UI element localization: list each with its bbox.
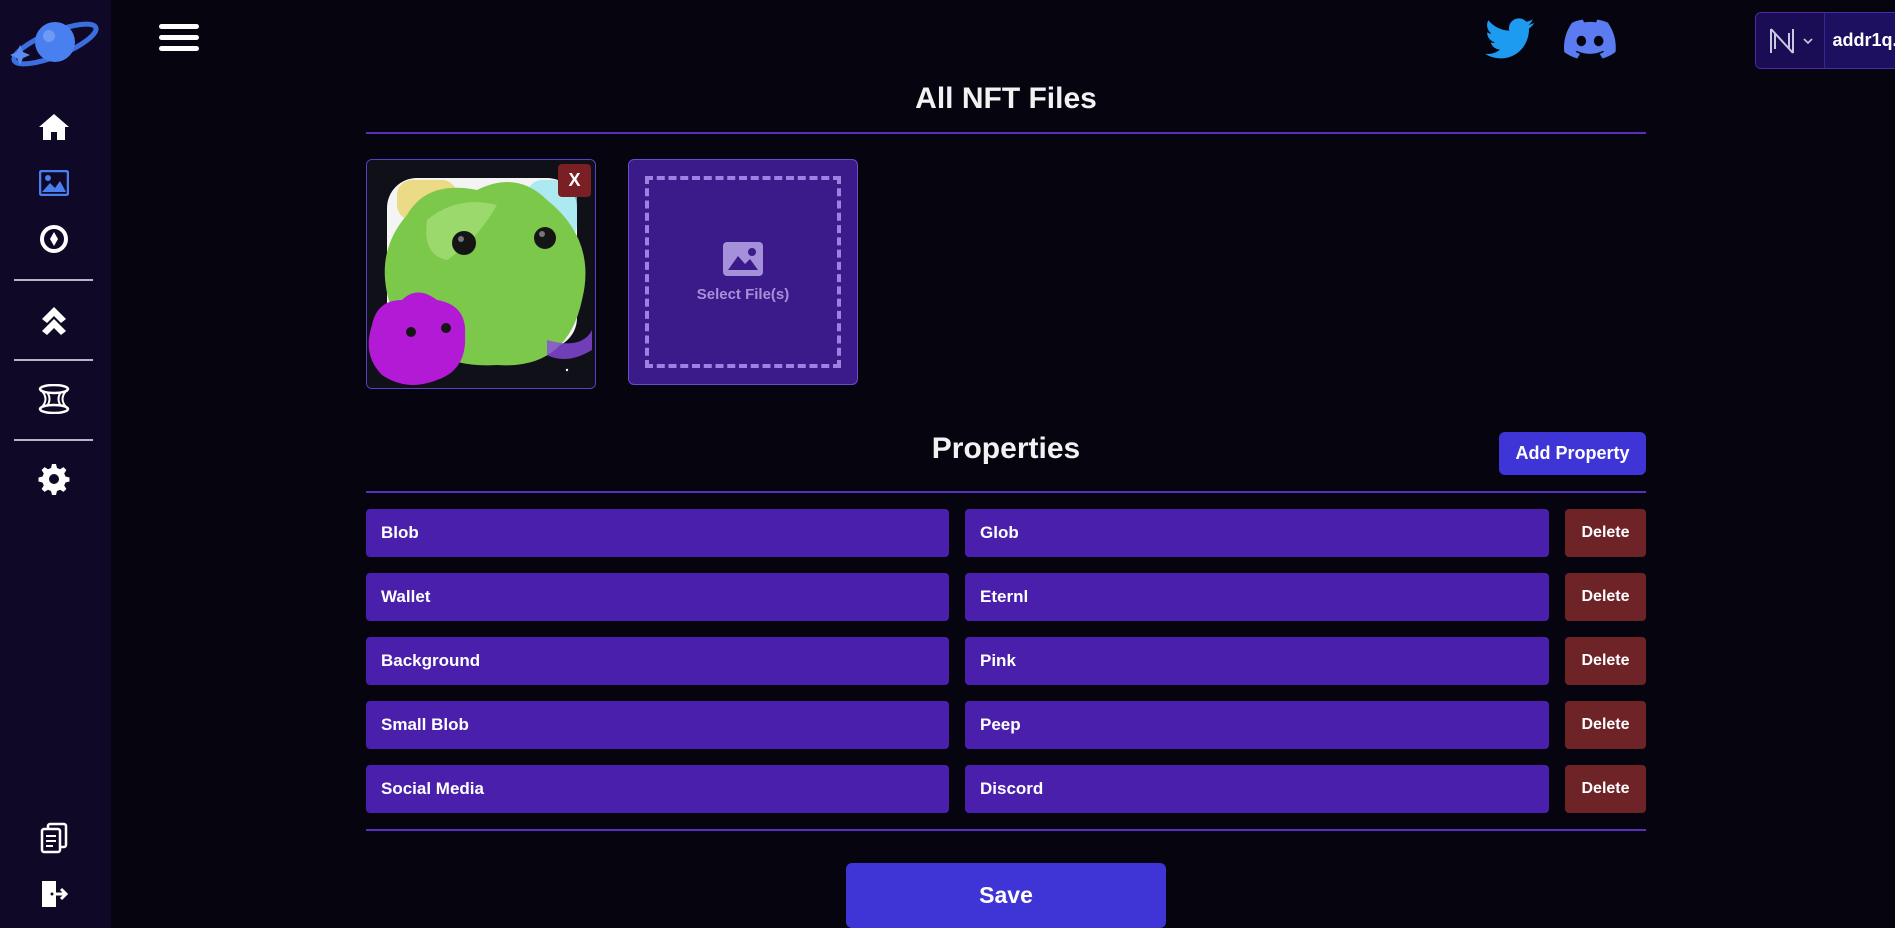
properties-divider-bottom	[366, 829, 1646, 831]
sidebar-wormhole[interactable]	[34, 379, 74, 419]
wallet-address: addr1q...whpg	[1832, 30, 1895, 50]
twitter-icon	[1485, 18, 1535, 59]
image-placeholder-icon	[723, 241, 763, 276]
gear-icon	[38, 464, 70, 495]
properties-divider-top	[366, 491, 1646, 493]
home-icon	[39, 114, 69, 140]
property-value-input[interactable]: Discord	[965, 765, 1549, 813]
sidebar-divider	[14, 439, 93, 441]
planet-logo-icon[interactable]	[9, 14, 101, 74]
sidebar	[0, 0, 111, 928]
property-value-input[interactable]: Glob	[965, 509, 1549, 557]
sidebar-divider	[14, 279, 93, 281]
property-name-input[interactable]: Background	[366, 637, 949, 685]
hamburger-line	[159, 24, 199, 29]
chevron-down-icon	[1803, 37, 1813, 44]
image-icon	[39, 170, 69, 196]
delete-property-button[interactable]: Delete	[1565, 765, 1646, 813]
delete-property-button[interactable]: Delete	[1565, 509, 1646, 557]
select-files-label: Select File(s)	[696, 285, 790, 303]
top-bar: addr1q...whpg	[111, 0, 1895, 82]
sidebar-settings[interactable]	[34, 459, 74, 499]
delete-property-button[interactable]: Delete	[1565, 701, 1646, 749]
delete-property-button[interactable]: Delete	[1565, 637, 1646, 685]
twitter-link[interactable]	[1485, 18, 1535, 62]
logout-icon	[42, 881, 68, 907]
property-row: Background Pink Delete	[366, 637, 1646, 685]
property-value-input[interactable]: Eternl	[965, 573, 1549, 621]
documents-icon	[40, 822, 68, 854]
property-value-input[interactable]: Pink	[965, 637, 1549, 685]
property-name-input[interactable]: Blob	[366, 509, 949, 557]
property-row: Social Media Discord Delete	[366, 765, 1646, 813]
discord-icon	[1564, 19, 1616, 59]
hamburger-menu-button[interactable]	[159, 24, 199, 56]
sidebar-explore[interactable]	[34, 219, 74, 259]
sidebar-upgrade[interactable]	[34, 299, 74, 339]
sidebar-home[interactable]	[34, 107, 74, 147]
property-value-input[interactable]: Peep	[965, 701, 1549, 749]
files-title: All NFT Files	[915, 82, 1097, 115]
chevrons-up-icon	[42, 307, 66, 335]
property-row: Wallet Eternl Delete	[366, 573, 1646, 621]
nami-wallet-icon	[1770, 27, 1794, 54]
files-divider	[366, 132, 1646, 134]
sidebar-divider	[14, 359, 93, 361]
property-name-input[interactable]: Small Blob	[366, 701, 949, 749]
hamburger-line	[159, 35, 199, 40]
sidebar-docs[interactable]	[34, 818, 74, 858]
hamburger-line	[159, 46, 199, 51]
select-files-dropzone[interactable]: Select File(s)	[628, 159, 858, 385]
discord-link[interactable]	[1564, 18, 1616, 62]
compass-icon	[40, 225, 68, 253]
property-name-input[interactable]: Social Media	[366, 765, 949, 813]
properties-title: Properties	[931, 432, 1081, 465]
remove-file-button[interactable]: X	[558, 164, 591, 197]
wallet-button[interactable]: addr1q...whpg	[1755, 12, 1895, 69]
property-name-input[interactable]: Wallet	[366, 573, 949, 621]
sidebar-logout[interactable]	[34, 874, 74, 914]
wormhole-icon	[38, 384, 70, 414]
sidebar-images[interactable]	[34, 163, 74, 203]
dropzone-border: Select File(s)	[645, 176, 841, 368]
save-button[interactable]: Save	[846, 863, 1166, 928]
nft-image-thumbnail[interactable]: X	[366, 159, 596, 389]
property-row: Blob Glob Delete	[366, 509, 1646, 557]
wallet-selector[interactable]	[1756, 13, 1825, 68]
property-row: Small Blob Peep Delete	[366, 701, 1646, 749]
add-property-button[interactable]: Add Property	[1499, 432, 1646, 475]
delete-property-button[interactable]: Delete	[1565, 573, 1646, 621]
